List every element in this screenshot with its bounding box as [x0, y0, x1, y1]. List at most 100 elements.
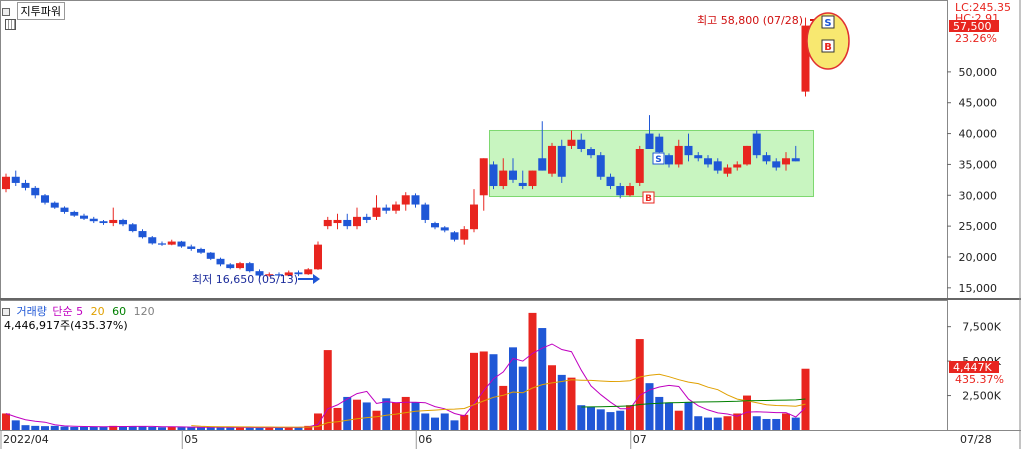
x-tick-label: 2022/04	[3, 433, 49, 446]
candle-body	[80, 215, 88, 219]
volume-bar	[343, 396, 352, 430]
volume-bar	[587, 406, 595, 430]
candle-body	[538, 158, 547, 171]
candle-body	[587, 149, 595, 156]
volume-bar	[197, 427, 205, 430]
volume-bar	[323, 350, 332, 430]
candle-body	[616, 186, 625, 196]
candle-body	[470, 204, 478, 230]
volume-bar	[372, 410, 381, 430]
stock-chart-window: 지투파워 거래량 단순 5 20 60 120 4,446,917주(435.3…	[0, 0, 1021, 449]
volume-bar	[11, 420, 20, 430]
candle-body	[314, 244, 322, 270]
volume-bar	[684, 402, 693, 430]
candle-body	[626, 186, 634, 196]
candle-body	[684, 145, 693, 156]
price-tick-label: 15,000	[959, 282, 998, 295]
volume-bar	[782, 413, 790, 430]
x-tick-label: 07	[633, 433, 647, 446]
volume-bar	[89, 426, 98, 430]
low-annotation: 최저 16,650 (05/13)	[192, 273, 298, 286]
current-volume-pct: 435.37%	[955, 373, 1004, 386]
volume-bar	[362, 402, 371, 430]
candle-body	[2, 176, 10, 190]
candle-body	[596, 155, 605, 177]
volume-bar	[752, 416, 761, 430]
volume-bar	[665, 402, 673, 430]
candle-body	[694, 155, 703, 159]
volume-bar	[138, 426, 147, 430]
price-tick-label: 50,000	[959, 66, 998, 79]
volume-tick-label: 2,500K	[962, 390, 1001, 403]
volume-bar	[567, 377, 576, 430]
volume-bar	[431, 417, 439, 430]
volume-tick-label: 7,500K	[962, 321, 1001, 334]
buy-signal: B	[824, 42, 832, 53]
volume-bar	[31, 425, 40, 430]
volume-bar	[21, 425, 30, 430]
candle-body	[606, 176, 615, 187]
candle-body	[460, 229, 469, 240]
candle-body	[323, 219, 332, 227]
candle-body	[70, 211, 79, 216]
volume-bar	[577, 405, 586, 430]
candle-body	[41, 195, 49, 203]
volume-bar	[50, 425, 59, 430]
sell-signal: S	[824, 18, 831, 29]
volume-bar	[60, 426, 69, 430]
candle-body	[635, 149, 644, 183]
volume-bar	[158, 427, 166, 430]
candle-body	[206, 252, 215, 259]
volume-bar	[596, 409, 605, 430]
volume-bar	[509, 347, 517, 430]
price-tick-label: 25,000	[959, 220, 998, 233]
candle-body	[791, 158, 800, 162]
candle-body	[704, 158, 712, 165]
volume-bar	[791, 417, 800, 430]
candle-body	[440, 227, 449, 231]
candle-body	[411, 195, 420, 205]
volume-bar	[548, 365, 556, 430]
chart-canvas[interactable]: 50,000 45,000 40,000 35,000 30,000 25,000 20,0…	[0, 0, 1021, 449]
volume-bar	[606, 412, 615, 430]
volume-bar	[333, 407, 342, 430]
candle-body	[752, 133, 761, 156]
volume-bar	[392, 402, 400, 430]
candle-body	[31, 187, 40, 196]
candle-body	[148, 237, 157, 244]
x-tick-label: 05	[184, 433, 198, 446]
volume-bar	[538, 328, 547, 430]
volume-bar	[353, 399, 361, 430]
candle-body	[60, 207, 69, 212]
candle-body	[479, 158, 488, 196]
candle-body	[743, 145, 751, 165]
volume-bar	[713, 417, 722, 430]
volume-bar	[616, 410, 625, 430]
candle-body	[21, 182, 30, 188]
candle-body	[119, 219, 127, 225]
volume-bar	[499, 385, 508, 430]
candle-body	[128, 224, 137, 232]
candle-body	[782, 158, 790, 165]
volume-bar	[450, 420, 459, 430]
volume-bar	[245, 427, 254, 430]
volume-ma-20	[191, 373, 806, 428]
volume-bar	[255, 427, 264, 430]
volume-bar	[674, 410, 683, 430]
low-arrow-head	[313, 274, 320, 284]
candle-body	[245, 263, 254, 272]
candle-body	[450, 232, 459, 240]
candle-body	[353, 216, 361, 227]
candle-body	[548, 145, 556, 174]
volume-bar	[635, 339, 644, 430]
candle-body	[518, 182, 527, 187]
candle-body	[431, 223, 439, 228]
volume-bar	[148, 426, 157, 430]
buy-signal: B	[645, 194, 652, 204]
high-annotation: 최고 58,800 (07/28)	[697, 14, 803, 27]
volume-bar	[80, 426, 88, 430]
candle-body	[372, 207, 381, 217]
x-tick-label: 06	[418, 433, 432, 446]
price-tick-label: 45,000	[959, 97, 998, 110]
volume-bar	[2, 413, 10, 430]
